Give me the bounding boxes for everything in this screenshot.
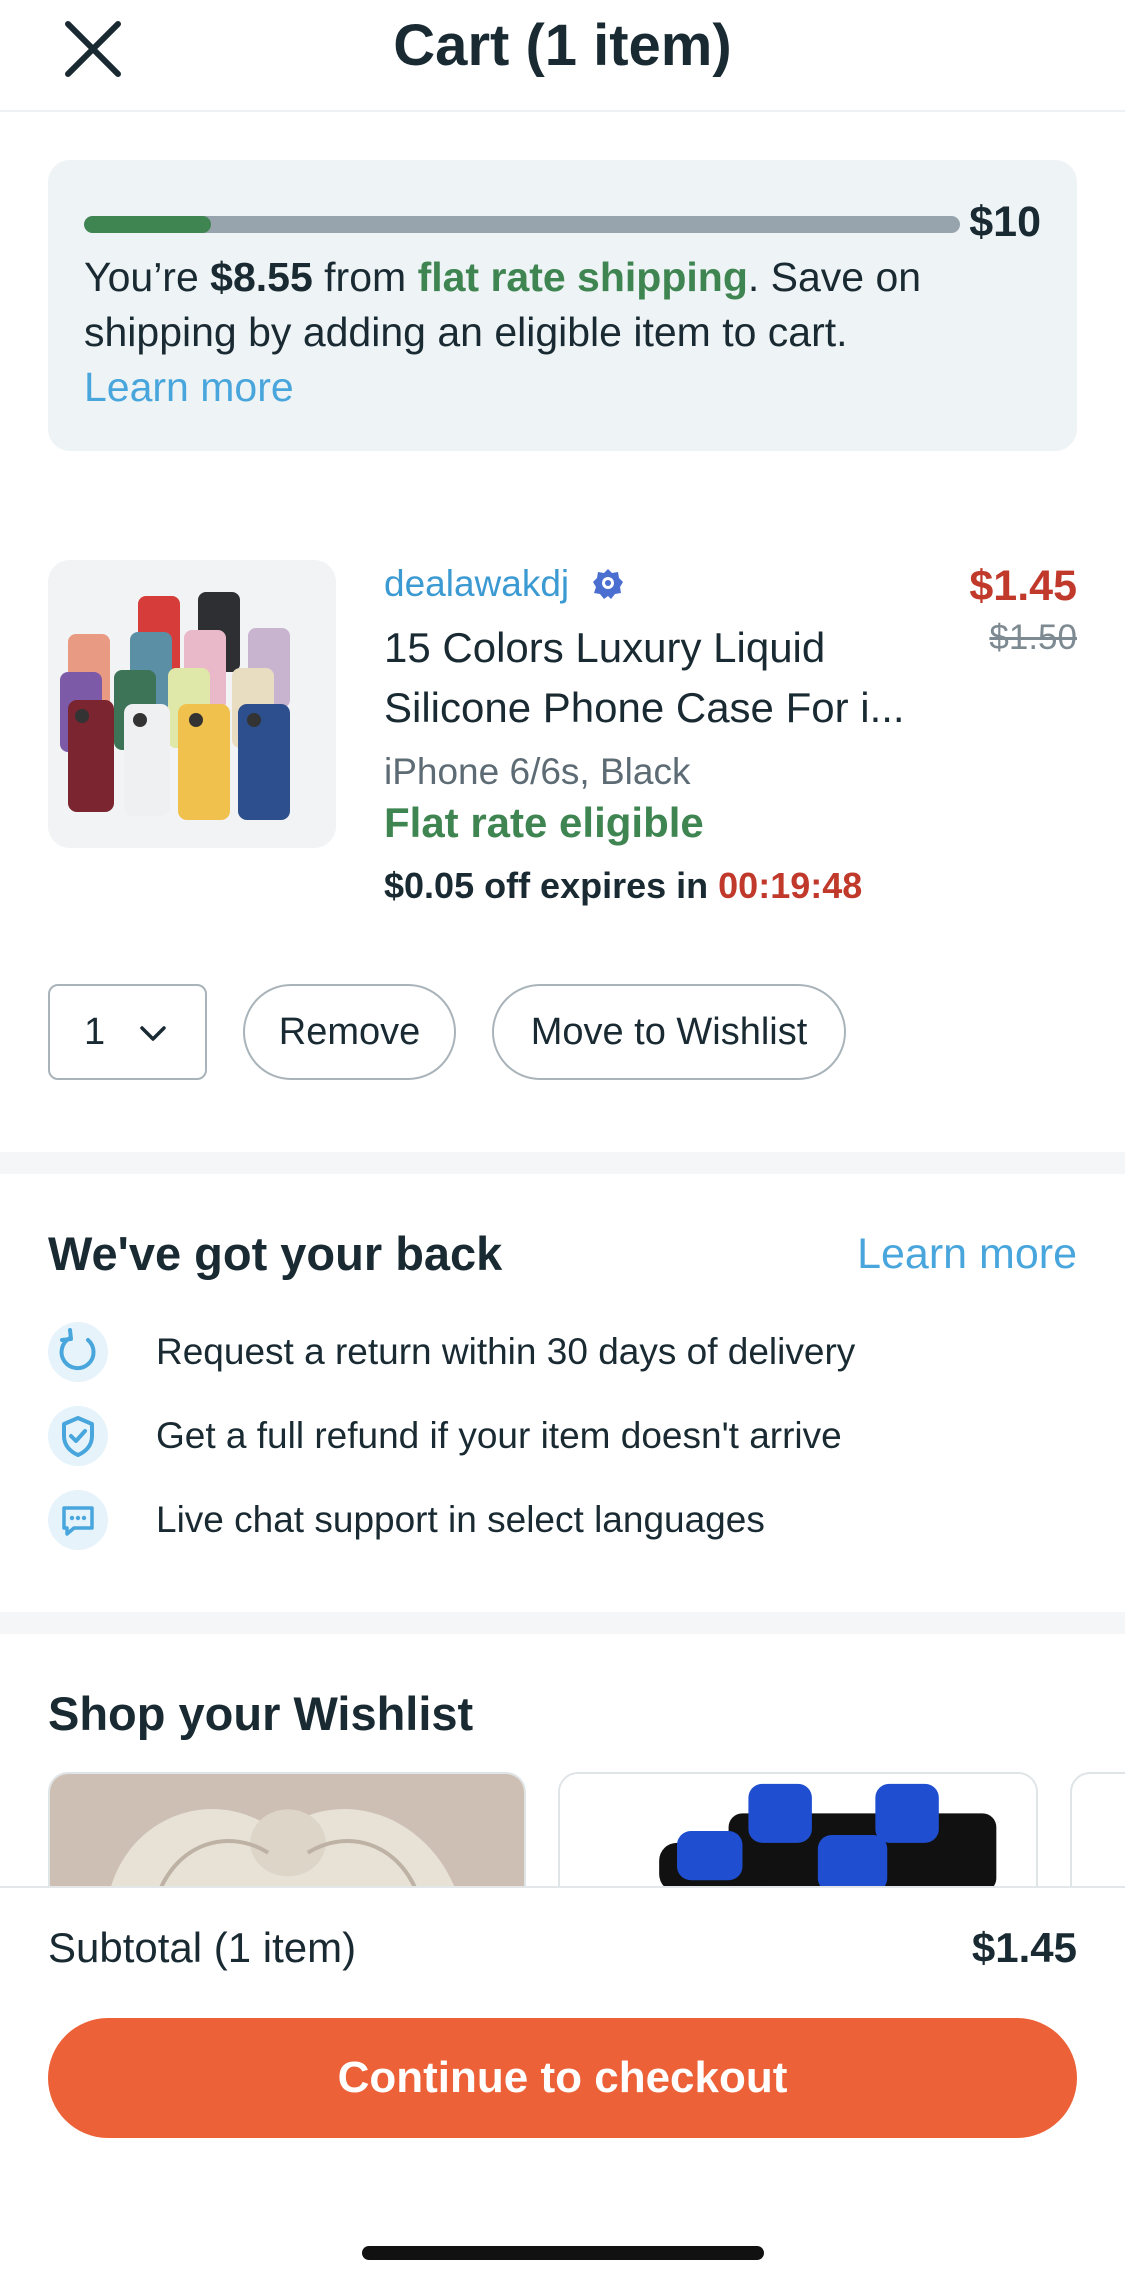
chat-icon (62, 1506, 94, 1536)
product-variant: iPhone 6/6s, Black (384, 751, 691, 792)
quantity-dropdown[interactable]: 1 (48, 984, 207, 1080)
guarantee-text: Live chat support in select languages (156, 1499, 765, 1540)
guarantee-text: Get a full refund if your item doesn't a… (156, 1415, 842, 1456)
guarantee-section-title: We've got your back (48, 1227, 503, 1280)
product-image[interactable] (48, 560, 336, 848)
discount-timer: 00:19:48 (718, 865, 863, 906)
seller-name-link[interactable]: dealawakdj (384, 560, 625, 608)
wishlist-card[interactable] (1070, 1772, 1125, 1892)
product-title[interactable]: 15 Colors Luxury Liquid Silicone Phone C… (384, 618, 944, 738)
subtotal-label: Subtotal (1 item) (48, 1924, 357, 1971)
product-title-line-1: 15 Colors Luxury Liquid (384, 624, 826, 671)
return-icon (59, 1328, 96, 1371)
shipping-goal: $10 (969, 198, 1041, 246)
discount-text: $0.05 off expires in (384, 865, 719, 906)
continue-to-checkout-button[interactable]: Continue to checkout (48, 2018, 1077, 2138)
item-price: $1.45 (969, 562, 1077, 610)
quantity-value: 1 (84, 1011, 106, 1053)
shipping-progress-track (84, 216, 960, 233)
move-to-wishlist-button[interactable]: Move to Wishlist (492, 984, 846, 1080)
flat-rate-eligible-label: Flat rate eligible (384, 799, 704, 846)
page-title: Cart (1 item) (393, 13, 732, 78)
guarantee-learn-more-link[interactable]: Learn more (857, 1226, 1077, 1282)
shipping-progress-fill (84, 216, 212, 233)
subtotal-value: $1.45 (971, 1924, 1077, 1971)
phone-cases-image (48, 560, 336, 848)
checkout-footer: Subtotal (1 item) $1.45 Continue to chec… (0, 1886, 1125, 2284)
section-divider (0, 1612, 1125, 1634)
wishlist-section-title: Shop your Wishlist (48, 1687, 474, 1740)
shipping-message: You’re $8.55 from flat rate shipping. Sa… (84, 250, 1044, 415)
discount-expiry: $0.05 off expires in 00:19:48 (384, 862, 862, 910)
shield-check-icon-wrap (48, 1406, 108, 1466)
chevron-down-icon (140, 1026, 166, 1041)
wishlist-card[interactable] (558, 1772, 1038, 1892)
verified-badge-icon (593, 569, 624, 599)
shipping-amount-remaining: $8.55 (210, 254, 313, 300)
wishlist-card[interactable] (48, 1772, 526, 1892)
car-seat-covers-image (560, 1774, 1036, 1892)
product-title-line-2: Silicone Phone Case For i... (384, 684, 905, 731)
header: Cart (1 item) (0, 0, 1125, 112)
shipping-learn-more-link[interactable]: Learn more (84, 360, 1044, 415)
chat-icon-wrap (48, 1490, 108, 1550)
flat-rate-shipping-highlight: flat rate shipping (417, 254, 748, 300)
shipping-text-mid: from (312, 254, 418, 300)
item-original-price: $1.50 (989, 618, 1077, 657)
seller-name: dealawakdj (384, 563, 570, 604)
angel-statue-image (50, 1774, 524, 1892)
remove-button[interactable]: Remove (243, 984, 456, 1080)
guarantee-text: Request a return within 30 days of deliv… (156, 1331, 856, 1372)
home-indicator (362, 2246, 764, 2260)
section-divider (0, 1152, 1125, 1174)
shield-check-icon (62, 1416, 94, 1457)
shipping-progress-card: $10 You’re $8.55 from flat rate shipping… (48, 160, 1077, 451)
return-icon-wrap (48, 1322, 108, 1382)
shipping-text-prefix: You’re (84, 254, 211, 300)
